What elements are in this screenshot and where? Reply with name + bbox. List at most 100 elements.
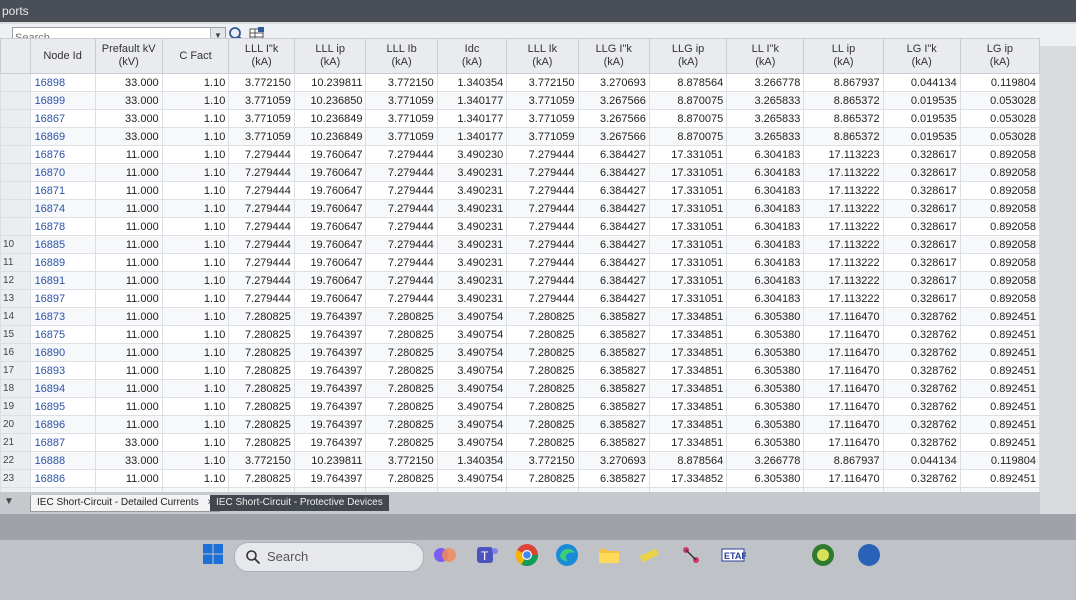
table-cell[interactable]: 8.865372 [803,91,884,110]
table-row[interactable]: 18 16894 11.000 1.10 7.280825 19.764397 7.2808… [0,379,1040,398]
table-cell[interactable]: 6.304183 [726,271,805,290]
table-cell[interactable]: 3.490754 [436,307,508,326]
table-cell[interactable]: 3.490231 [436,235,508,254]
table-cell[interactable]: 0.892451 [959,343,1040,362]
column-header[interactable]: LLG I"k (kA) [577,38,650,74]
table-cell[interactable]: 7.280825 [228,415,295,434]
table-cell[interactable]: 17.334851 [648,415,728,434]
table-cell[interactable]: 1.340177 [436,91,508,110]
results-grid[interactable]: Node Id Prefault kV (kV) C Fact LLL I"k (kA… [0,38,1040,498]
table-cell[interactable]: 0.328617 [882,235,961,254]
table-cell[interactable]: 17.331051 [648,289,728,308]
table-cell[interactable]: 17.334851 [648,307,728,326]
table-cell[interactable]: 17.113222 [803,217,884,236]
table-cell[interactable]: 7.279444 [228,235,295,254]
table-cell[interactable]: 7.280825 [228,307,295,326]
node-id-cell[interactable]: 16888 [29,451,96,470]
table-cell[interactable]: 17.116470 [803,361,884,380]
table-cell[interactable]: 3.490754 [436,415,508,434]
table-cell[interactable]: 1.10 [161,163,230,182]
table-cell[interactable]: 0.328762 [882,325,961,344]
table-cell[interactable]: 0.328762 [882,307,961,326]
table-cell[interactable]: 8.878564 [648,73,728,92]
column-header[interactable]: LLL ip (kA) [293,38,367,74]
column-header[interactable]: LG I"k (kA) [882,38,961,74]
table-cell[interactable]: 3.771059 [506,91,579,110]
table-cell[interactable]: 7.280825 [228,433,295,452]
table-row[interactable]: 19 16895 11.000 1.10 7.280825 19.764397 7.2808… [0,397,1040,416]
table-cell[interactable]: 0.053028 [959,91,1040,110]
table-cell[interactable]: 6.384427 [577,271,650,290]
table-cell[interactable]: 1.10 [161,235,230,254]
table-cell[interactable]: 6.305380 [726,379,805,398]
table-cell[interactable]: 8.867937 [803,451,884,470]
table-cell[interactable]: 1.10 [161,325,230,344]
table-cell[interactable]: 0.328617 [882,145,961,164]
table-cell[interactable]: 7.280825 [228,469,295,488]
node-id-cell[interactable]: 16878 [29,217,96,236]
table-cell[interactable]: 3.267566 [577,127,650,146]
table-cell[interactable]: 19.764397 [293,415,367,434]
table-cell[interactable]: 6.385827 [577,325,650,344]
table-cell[interactable]: 3.490754 [436,433,508,452]
table-cell[interactable]: 17.334851 [648,343,728,362]
table-cell[interactable]: 6.304183 [726,289,805,308]
table-cell[interactable]: 3.490754 [436,361,508,380]
table-cell[interactable]: 0.892058 [959,145,1040,164]
table-cell[interactable]: 7.279444 [365,217,438,236]
table-cell[interactable]: 7.280825 [506,433,579,452]
table-cell[interactable]: 17.113222 [803,181,884,200]
table-cell[interactable]: 0.053028 [959,127,1040,146]
table-cell[interactable]: 0.892451 [959,307,1040,326]
node-id-cell[interactable]: 16897 [29,289,96,308]
table-row[interactable]: 12 16891 11.000 1.10 7.279444 19.760647 7.2794… [0,271,1040,290]
table-cell[interactable]: 7.280825 [228,397,295,416]
table-cell[interactable]: 1.10 [161,181,230,200]
table-row[interactable]: 21 16887 33.000 1.10 7.280825 19.764397 7.2808… [0,433,1040,452]
table-cell[interactable]: 0.328762 [882,343,961,362]
table-cell[interactable]: 1.10 [161,91,230,110]
table-cell[interactable]: 3.771059 [506,109,579,128]
table-cell[interactable]: 7.279444 [228,271,295,290]
table-cell[interactable]: 7.279444 [228,253,295,272]
table-cell[interactable]: 6.384427 [577,163,650,182]
table-cell[interactable]: 0.328762 [882,433,961,452]
table-cell[interactable]: 17.334851 [648,397,728,416]
column-header[interactable]: LLL Ib (kA) [365,38,438,74]
table-cell[interactable]: 7.280825 [365,397,438,416]
table-cell[interactable]: 11.000 [94,289,163,308]
table-cell[interactable]: 6.384427 [577,217,650,236]
table-cell[interactable]: 3.265833 [726,91,805,110]
table-cell[interactable]: 11.000 [94,415,163,434]
table-cell[interactable]: 17.116470 [803,469,884,488]
table-cell[interactable]: 17.331051 [648,253,728,272]
table-cell[interactable]: 7.280825 [506,415,579,434]
table-cell[interactable]: 7.280825 [365,325,438,344]
table-cell[interactable]: 3.265833 [726,127,805,146]
etap-icon[interactable]: ETAP [720,542,746,568]
node-id-cell[interactable]: 16896 [29,415,96,434]
column-header[interactable]: Prefault kV (kV) [94,38,163,74]
column-header[interactable]: LG ip (kA) [959,38,1040,74]
table-cell[interactable]: 33.000 [94,109,163,128]
table-cell[interactable]: 6.305380 [726,397,805,416]
table-cell[interactable]: 3.270693 [577,451,650,470]
table-cell[interactable]: 7.280825 [365,379,438,398]
table-cell[interactable]: 33.000 [94,127,163,146]
table-cell[interactable]: 8.865372 [803,127,884,146]
table-cell[interactable]: 3.771059 [228,91,295,110]
table-cell[interactable]: 7.279444 [365,145,438,164]
table-row[interactable]: 11 16889 11.000 1.10 7.279444 19.760647 7.2794… [0,253,1040,272]
table-cell[interactable]: 0.892451 [959,415,1040,434]
table-cell[interactable]: 19.760647 [293,271,367,290]
table-row[interactable]: 17 16893 11.000 1.10 7.280825 19.764397 7.2808… [0,361,1040,380]
table-cell[interactable]: 3.490754 [436,379,508,398]
table-cell[interactable]: 0.328617 [882,199,961,218]
node-id-cell[interactable]: 16887 [29,433,96,452]
table-cell[interactable]: 17.113223 [803,145,884,164]
table-cell[interactable]: 7.280825 [365,343,438,362]
table-cell[interactable]: 17.331051 [648,199,728,218]
table-cell[interactable]: 7.279444 [365,235,438,254]
table-cell[interactable]: 6.305380 [726,415,805,434]
table-cell[interactable]: 6.305380 [726,325,805,344]
